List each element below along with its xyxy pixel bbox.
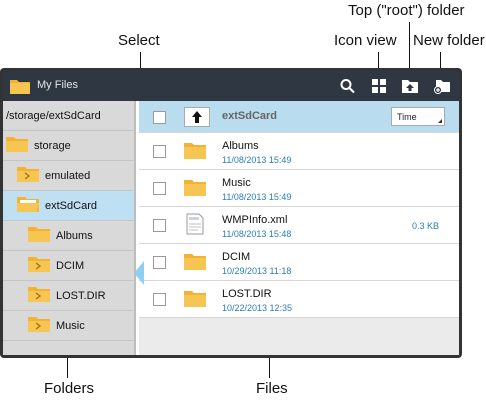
row-checkbox[interactable] [153, 182, 166, 195]
list-item[interactable]: LOST.DIR 10/22/2013 12:35 [139, 281, 459, 318]
list-item[interactable]: DCIM 10/29/2013 11:18 [139, 244, 459, 281]
list-header-row: extSdCard Time [139, 101, 459, 133]
folder-icon [184, 143, 206, 159]
list-item[interactable]: Music 11/08/2013 15:49 [139, 170, 459, 207]
item-size: 0.3 KB [411, 221, 439, 231]
tree-item-albums[interactable]: Albums [3, 221, 134, 251]
sort-dropdown[interactable]: Time [391, 107, 445, 126]
callout-select: Select [118, 32, 160, 49]
up-folder-button[interactable] [184, 107, 210, 127]
tree-item-label: extSdCard [45, 200, 97, 212]
row-checkbox[interactable] [153, 293, 166, 306]
tree-item-storage[interactable]: storage [3, 131, 134, 161]
folder-tree: /storage/extSdCard storage emulated extS… [3, 101, 136, 355]
folder-icon [184, 291, 206, 307]
list-item[interactable]: Albums 11/08/2013 15:49 [139, 133, 459, 170]
tree-item-lost-dir[interactable]: LOST.DIR [3, 281, 134, 311]
screen: My Files /storage/extSdCard storage emul… [3, 71, 459, 355]
tree-item-dcim[interactable]: DCIM [3, 251, 134, 281]
tree-item-label: LOST.DIR [56, 290, 106, 302]
tree-item-label: Albums [56, 230, 93, 242]
file-list: extSdCard Time Albums 11/08/2013 15:49 M… [139, 101, 459, 355]
tree-item-music[interactable]: Music [3, 311, 134, 341]
html-file-icon [186, 213, 204, 235]
search-icon[interactable] [339, 78, 357, 94]
item-date: 10/29/2013 11:18 [222, 266, 292, 276]
folder-icon [28, 287, 50, 302]
callout-files: Files [256, 380, 288, 397]
current-path: /storage/extSdCard [3, 101, 134, 131]
tree-item-label: DCIM [56, 260, 85, 272]
folder-icon [28, 317, 50, 332]
item-name: LOST.DIR [222, 288, 272, 300]
folder-icon [184, 254, 206, 270]
callout-new-folder: New folder [413, 32, 485, 49]
callout-folders: Folders [44, 380, 95, 397]
callout-top-folder: Top ("root") folder [348, 2, 465, 19]
row-checkbox[interactable] [153, 256, 166, 269]
item-name: Music [222, 177, 251, 189]
path-label: /storage/extSdCard [6, 110, 101, 122]
folder-app-icon [10, 80, 30, 94]
tree-item-extsdcard[interactable]: extSdCard [3, 191, 134, 221]
folder-icon [6, 137, 28, 152]
item-date: 11/08/2013 15:49 [222, 192, 292, 202]
row-checkbox[interactable] [153, 219, 166, 232]
list-item[interactable]: WMPInfo.xml 11/08/2013 15:48 0.3 KB [139, 207, 459, 244]
grid-view-icon[interactable] [370, 78, 388, 94]
action-bar: My Files [3, 71, 459, 101]
item-name: WMPInfo.xml [222, 214, 288, 226]
top-folder-icon[interactable] [401, 78, 419, 94]
dropdown-corner-icon [438, 119, 442, 123]
tree-item-label: Music [56, 320, 85, 332]
new-folder-icon[interactable] [433, 78, 451, 94]
tree-item-label: storage [34, 140, 71, 152]
selection-pointer [134, 261, 144, 285]
row-checkbox[interactable] [153, 145, 166, 158]
folder-icon [17, 167, 39, 182]
item-name: DCIM [222, 251, 251, 263]
tree-item-emulated[interactable]: emulated [3, 161, 134, 191]
item-date: 11/08/2013 15:48 [222, 229, 292, 239]
callout-icon-view: Icon view [334, 32, 397, 49]
sort-label: Time [397, 112, 417, 122]
folder-icon [184, 180, 206, 196]
folder-icon [28, 257, 50, 272]
folder-icon [28, 227, 50, 242]
item-date: 10/22/2013 12:35 [222, 303, 293, 313]
open-folder-icon [17, 197, 39, 212]
app-title: My Files [37, 79, 78, 91]
tree-item-label: emulated [45, 170, 91, 182]
item-date: 11/08/2013 15:49 [222, 155, 292, 165]
select-all-checkbox[interactable] [153, 111, 166, 124]
item-name: Albums [222, 140, 259, 152]
up-arrow-icon [192, 111, 202, 123]
current-folder-name: extSdCard [222, 110, 278, 122]
tablet-frame: My Files /storage/extSdCard storage emul… [0, 68, 462, 358]
